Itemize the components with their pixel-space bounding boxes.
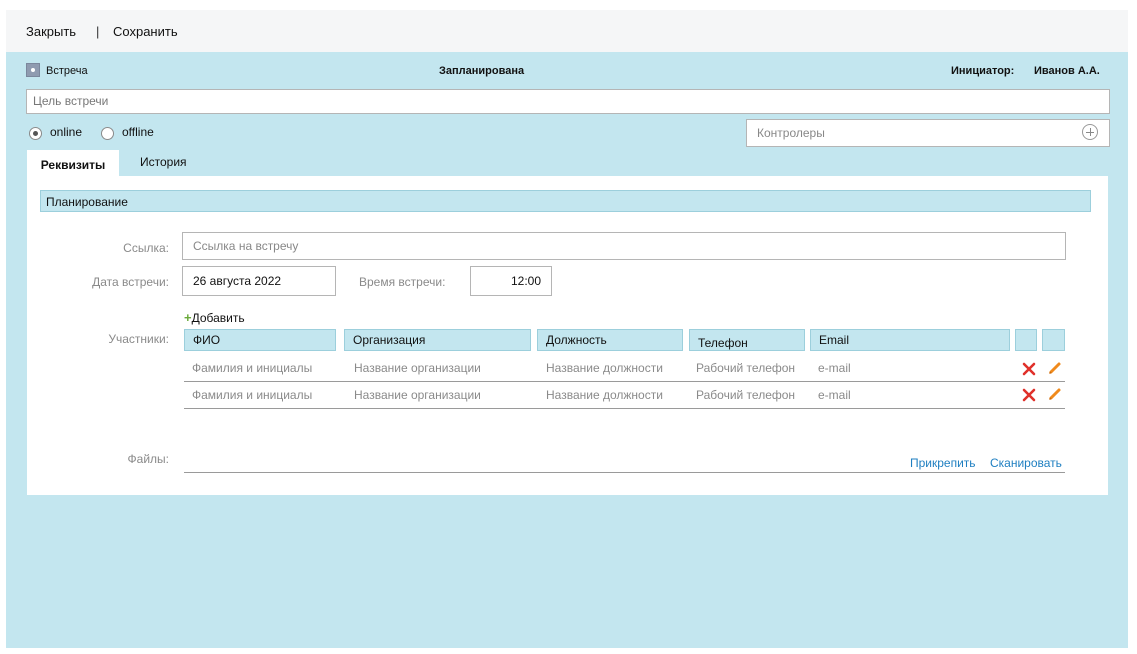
column-header-name: ФИО	[184, 329, 336, 351]
tab-content: Планирование Ссылка: Ссылка на встречу Д…	[27, 176, 1108, 495]
row-position: Название должности	[546, 388, 663, 402]
date-label: Дата встречи:	[92, 275, 169, 289]
offline-radio-label: offline	[122, 125, 154, 139]
controllers-placeholder: Контролеры	[757, 126, 825, 140]
files-label: Файлы:	[127, 452, 169, 466]
row-email: e-mail	[818, 388, 851, 402]
close-button[interactable]: Закрыть	[26, 24, 76, 39]
column-header-edit	[1042, 329, 1065, 351]
row-phone: Рабочий телефон	[696, 388, 796, 402]
add-participant-button[interactable]: +Добавить	[184, 310, 245, 325]
edit-pencil-icon[interactable]	[1048, 361, 1062, 375]
meeting-link-input[interactable]: Ссылка на встречу	[182, 232, 1066, 260]
toolbar-separator: |	[96, 24, 100, 39]
row-position: Название должности	[546, 361, 663, 375]
row-divider	[184, 408, 1065, 409]
column-header-phone: Телефон	[689, 329, 805, 351]
add-controller-icon[interactable]	[1082, 124, 1098, 140]
attach-link[interactable]: Прикрепить	[910, 456, 976, 470]
link-label: Ссылка:	[123, 241, 169, 255]
meeting-panel: Встреча Запланирована Инициатор: Иванов …	[6, 52, 1128, 648]
add-participant-label: Добавить	[191, 311, 245, 325]
tab-details[interactable]: Реквизиты	[27, 150, 119, 176]
participants-label: Участники:	[108, 332, 169, 346]
meeting-type-label: Встреча	[46, 65, 88, 77]
meeting-time-input[interactable]: 12:00	[470, 266, 552, 296]
table-row: Фамилия и инициалы Название организации …	[184, 354, 1065, 379]
toolbar: Закрыть | Сохранить	[6, 10, 1128, 52]
scan-link[interactable]: Сканировать	[990, 456, 1062, 470]
initiator-name: Иванов А.А.	[1034, 65, 1100, 77]
time-label: Время встречи:	[359, 275, 446, 289]
tab-history[interactable]: История	[140, 155, 187, 169]
row-name: Фамилия и инициалы	[192, 361, 313, 375]
row-name: Фамилия и инициалы	[192, 388, 313, 402]
planning-section-header: Планирование	[40, 190, 1091, 212]
column-header-email: Email	[810, 329, 1010, 351]
row-organization: Название организации	[354, 361, 481, 375]
row-organization: Название организации	[354, 388, 481, 402]
meeting-date-input[interactable]: 26 августа 2022	[182, 266, 336, 296]
table-row: Фамилия и инициалы Название организации …	[184, 382, 1065, 407]
meeting-goal-input[interactable]: Цель встречи	[26, 89, 1110, 114]
offline-radio[interactable]	[101, 127, 114, 140]
plus-icon: +	[184, 310, 192, 325]
delete-icon[interactable]	[1022, 362, 1036, 376]
meeting-icon	[26, 63, 40, 77]
edit-pencil-icon[interactable]	[1048, 387, 1062, 401]
column-header-position: Должность	[537, 329, 683, 351]
status-label: Запланирована	[439, 65, 525, 77]
controllers-field[interactable]: Контролеры	[746, 119, 1110, 147]
column-header-organization: Организация	[344, 329, 531, 351]
save-button[interactable]: Сохранить	[113, 24, 178, 39]
online-radio[interactable]	[29, 127, 42, 140]
delete-icon[interactable]	[1022, 388, 1036, 402]
column-header-delete	[1015, 329, 1037, 351]
row-phone: Рабочий телефон	[696, 361, 796, 375]
online-radio-label: online	[50, 125, 83, 139]
initiator-label: Инициатор:	[951, 65, 1015, 77]
row-email: e-mail	[818, 361, 851, 375]
files-divider	[184, 472, 1065, 473]
